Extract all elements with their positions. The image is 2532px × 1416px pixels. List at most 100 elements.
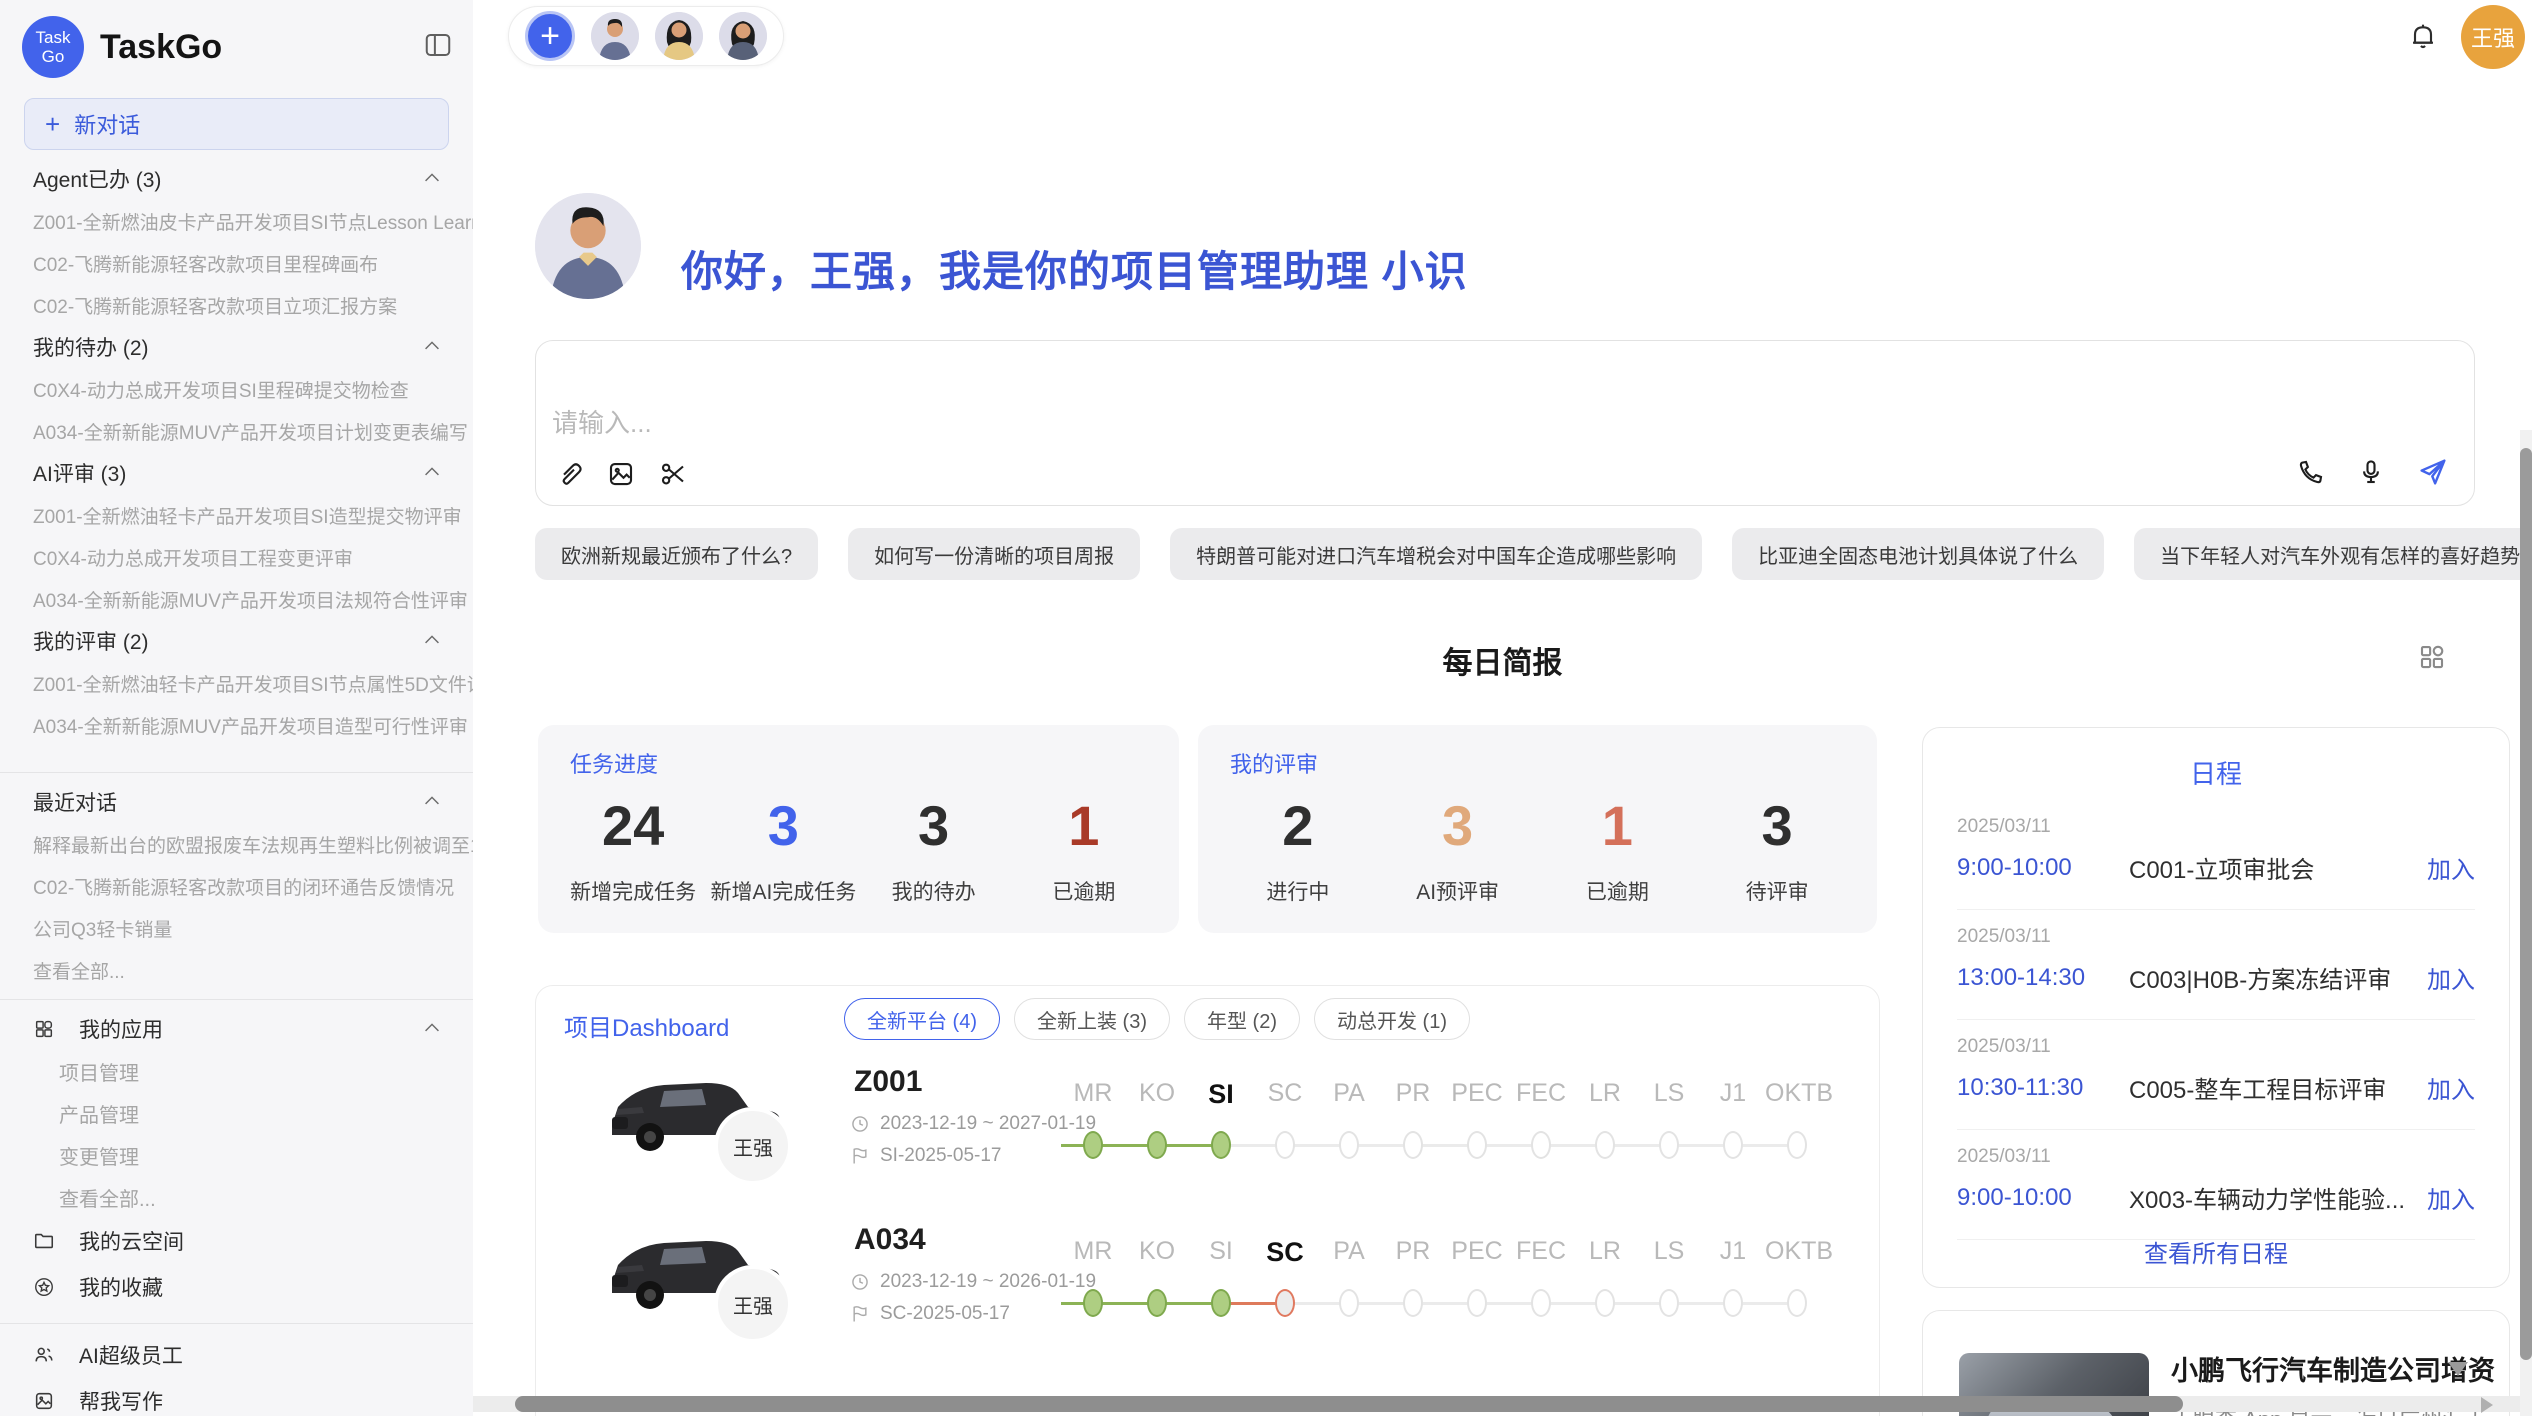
app-shortcut-item[interactable]: 查看全部... [0,1176,473,1218]
composer-right-icons [2296,455,2450,489]
stat-column: 1已逾期 [1538,783,1698,919]
milestone-dot [1147,1289,1167,1317]
stat-label: 我的待办 [892,876,976,906]
sidebar-item[interactable]: A034-全新新能源MUV产品开发项目造型可行性评审 [0,704,473,746]
join-meeting-link[interactable]: 加入 [2427,1180,2475,1215]
new-chat-button[interactable]: + 新对话 [24,98,449,150]
recent-conversation-item[interactable]: 查看全部... [0,949,473,991]
suggestion-chip[interactable]: 比亚迪全固态电池计划具体说了什么 [1732,528,2104,580]
sidebar-item[interactable]: Z001-全新燃油轻卡产品开发项目SI节点属性5D文件评审 [0,662,473,704]
milestone-cell: LR [1573,1229,1637,1339]
scissors-icon[interactable] [658,459,688,489]
sidebar-item[interactable]: C0X4-动力总成开发项目工程变更评审 [0,536,473,578]
dashboard-filter-chip[interactable]: 年型 (2) [1184,998,1300,1040]
join-meeting-link[interactable]: 加入 [2427,850,2475,885]
recent-conversation-item[interactable]: 公司Q3轻卡销量 [0,907,473,949]
notifications-bell-icon[interactable] [2407,20,2439,57]
sidebar-section-header[interactable]: 我的应用 [0,1008,473,1050]
sidebar: Task Go TaskGo + 新对话 Agent已办 (3)Z001-全新燃… [0,0,473,1416]
suggestion-chip[interactable]: 如何写一份清晰的项目周报 [848,528,1140,580]
microphone-icon[interactable] [2356,457,2386,487]
member-avatar-2[interactable] [655,12,703,60]
help-write-label: 帮我写作 [79,1386,163,1416]
view-all-schedule-link[interactable]: 查看所有日程 [1923,1234,2509,1269]
attachment-icon[interactable] [554,459,584,489]
sidebar-item[interactable]: Z001-全新燃油轻卡产品开发项目SI造型提交物评审 [0,494,473,536]
project-row[interactable]: 王强Z0012023-12-19 ~ 2027-01-19SI-2025-05-… [536,1071,1880,1229]
sidebar-item[interactable]: C0X4-动力总成开发项目SI里程碑提交物检查 [0,368,473,410]
schedule-time: 9:00-10:00 [1957,1184,2129,1212]
chevron-up-icon [421,630,443,652]
chat-input[interactable]: 请输入... [552,403,652,440]
stat-column: 2进行中 [1218,783,1378,919]
milestone-dot [1275,1289,1295,1317]
voice-call-icon[interactable] [2296,457,2326,487]
sidebar-item[interactable]: A034-全新新能源MUV产品开发项目计划变更表编写 [0,410,473,452]
milestone-dot-zone [1445,1287,1509,1321]
sidebar-item-favorites[interactable]: 我的收藏 [0,1264,473,1310]
member-avatar-1[interactable] [591,12,639,60]
join-meeting-link[interactable]: 加入 [2427,960,2475,995]
sidebar-item[interactable]: Z001-全新燃油皮卡产品开发项目SI节点Lesson Learn报告 [0,200,473,242]
project-code: Z001 [854,1065,922,1099]
sidebar-section-label: Agent已办 (3) [33,164,161,194]
dashboard-filter-chip[interactable]: 动总开发 (1) [1314,998,1470,1040]
stat-label: 新增完成任务 [570,876,696,906]
milestone-dot-zone [1509,1287,1573,1321]
milestone-dot-zone [1637,1129,1701,1163]
chevron-up-icon [421,1018,443,1040]
recent-conversation-item[interactable]: 解释最新出台的欧盟报废车法规再生塑料比例被调至15%... [0,823,473,865]
stat-label: 待评审 [1746,876,1809,906]
scroll-down-arrow-icon[interactable] [2448,1362,2468,1376]
milestone-dot-zone [1509,1129,1573,1163]
sidebar-item-cloud-space[interactable]: 我的云空间 [0,1218,473,1264]
project-owner-badge: 王强 [714,1107,792,1185]
dashboard-filter-chip[interactable]: 全新平台 (4) [844,998,1000,1040]
recent-conversation-item[interactable]: C02-飞腾新能源轻客改款项目的闭环通告反馈情况 [0,865,473,907]
sidebar-item[interactable]: C02-飞腾新能源轻客改款项目里程碑画布 [0,242,473,284]
sidebar-section-header[interactable]: AI评审 (3) [0,452,473,494]
schedule-event-title: C003|H0B-方案冻结评审 [2129,960,2427,995]
suggestion-chip[interactable]: 欧洲新规最近颁布了什么? [535,528,818,580]
sidebar-scroll: Agent已办 (3) Z001-全新燃油皮卡产品开发项目SI节点Lesson L… [0,150,473,1416]
app-shortcut-item[interactable]: 变更管理 [0,1134,473,1176]
suggestion-chip[interactable]: 特朗普可能对进口汽车增税会对中国车企造成哪些影响 [1170,528,1702,580]
milestone-label: FEC [1509,1237,1573,1266]
sidebar-item[interactable]: C02-飞腾新能源轻客改款项目立项汇报方案 [0,284,473,326]
collapse-sidebar-icon[interactable] [423,30,453,65]
send-icon[interactable] [2416,455,2450,489]
member-avatar-3[interactable] [719,12,767,60]
milestone-cell: KO [1125,1229,1189,1339]
sidebar-item-help-write[interactable]: 帮我写作 [0,1378,473,1416]
milestone-cell: SC [1253,1229,1317,1339]
sidebar-item[interactable]: A034-全新新能源MUV产品开发项目法规符合性评审 [0,578,473,620]
app-shortcut-item[interactable]: 产品管理 [0,1092,473,1134]
user-avatar[interactable]: 王强 [2461,5,2525,69]
project-row[interactable]: 王强A0342023-12-19 ~ 2026-01-19SC-2025-05-… [536,1229,1880,1387]
brief-layout-icon[interactable] [2417,642,2447,677]
stat-value: 24 [602,796,664,856]
vertical-scrollbar-thumb[interactable] [2520,448,2532,1360]
sidebar-recent-section: 最近对话解释最新出台的欧盟报废车法规再生塑料比例被调至15%...C02-飞腾新… [0,781,473,991]
milestone-dot [1339,1131,1359,1159]
horizontal-scrollbar-thumb[interactable] [515,1396,2183,1412]
dashboard-filter-chip[interactable]: 全新上装 (3) [1014,998,1170,1040]
suggestion-chip[interactable]: 当下年轻人对汽车外观有怎样的喜好趋势 [2134,528,2532,580]
join-meeting-link[interactable]: 加入 [2427,1070,2475,1105]
add-member-button[interactable]: + [525,11,575,61]
sidebar-section-header[interactable]: 最近对话 [0,781,473,823]
sidebar-section-header[interactable]: 我的评审 (2) [0,620,473,662]
ai-super-staff-label: AI超级员工 [79,1340,183,1370]
app-shortcut-item[interactable]: 项目管理 [0,1050,473,1092]
sidebar-section-header[interactable]: Agent已办 (3) [0,158,473,200]
milestone-dot [1211,1131,1231,1159]
milestone-cell: PR [1381,1229,1445,1339]
schedule-entry-row: 9:00-10:00C001-立项审批会加入 [1957,850,2475,885]
sidebar-item-ai-super-staff[interactable]: AI超级员工 [0,1332,473,1378]
milestone-label: J1 [1701,1237,1765,1266]
member-toolbar: + [508,6,784,66]
scroll-right-arrow-icon[interactable] [2481,1397,2493,1413]
sidebar-section-header[interactable]: 我的待办 (2) [0,326,473,368]
project-date-range: 2023-12-19 ~ 2027-01-19 [850,1113,1096,1135]
insert-image-icon[interactable] [606,459,636,489]
